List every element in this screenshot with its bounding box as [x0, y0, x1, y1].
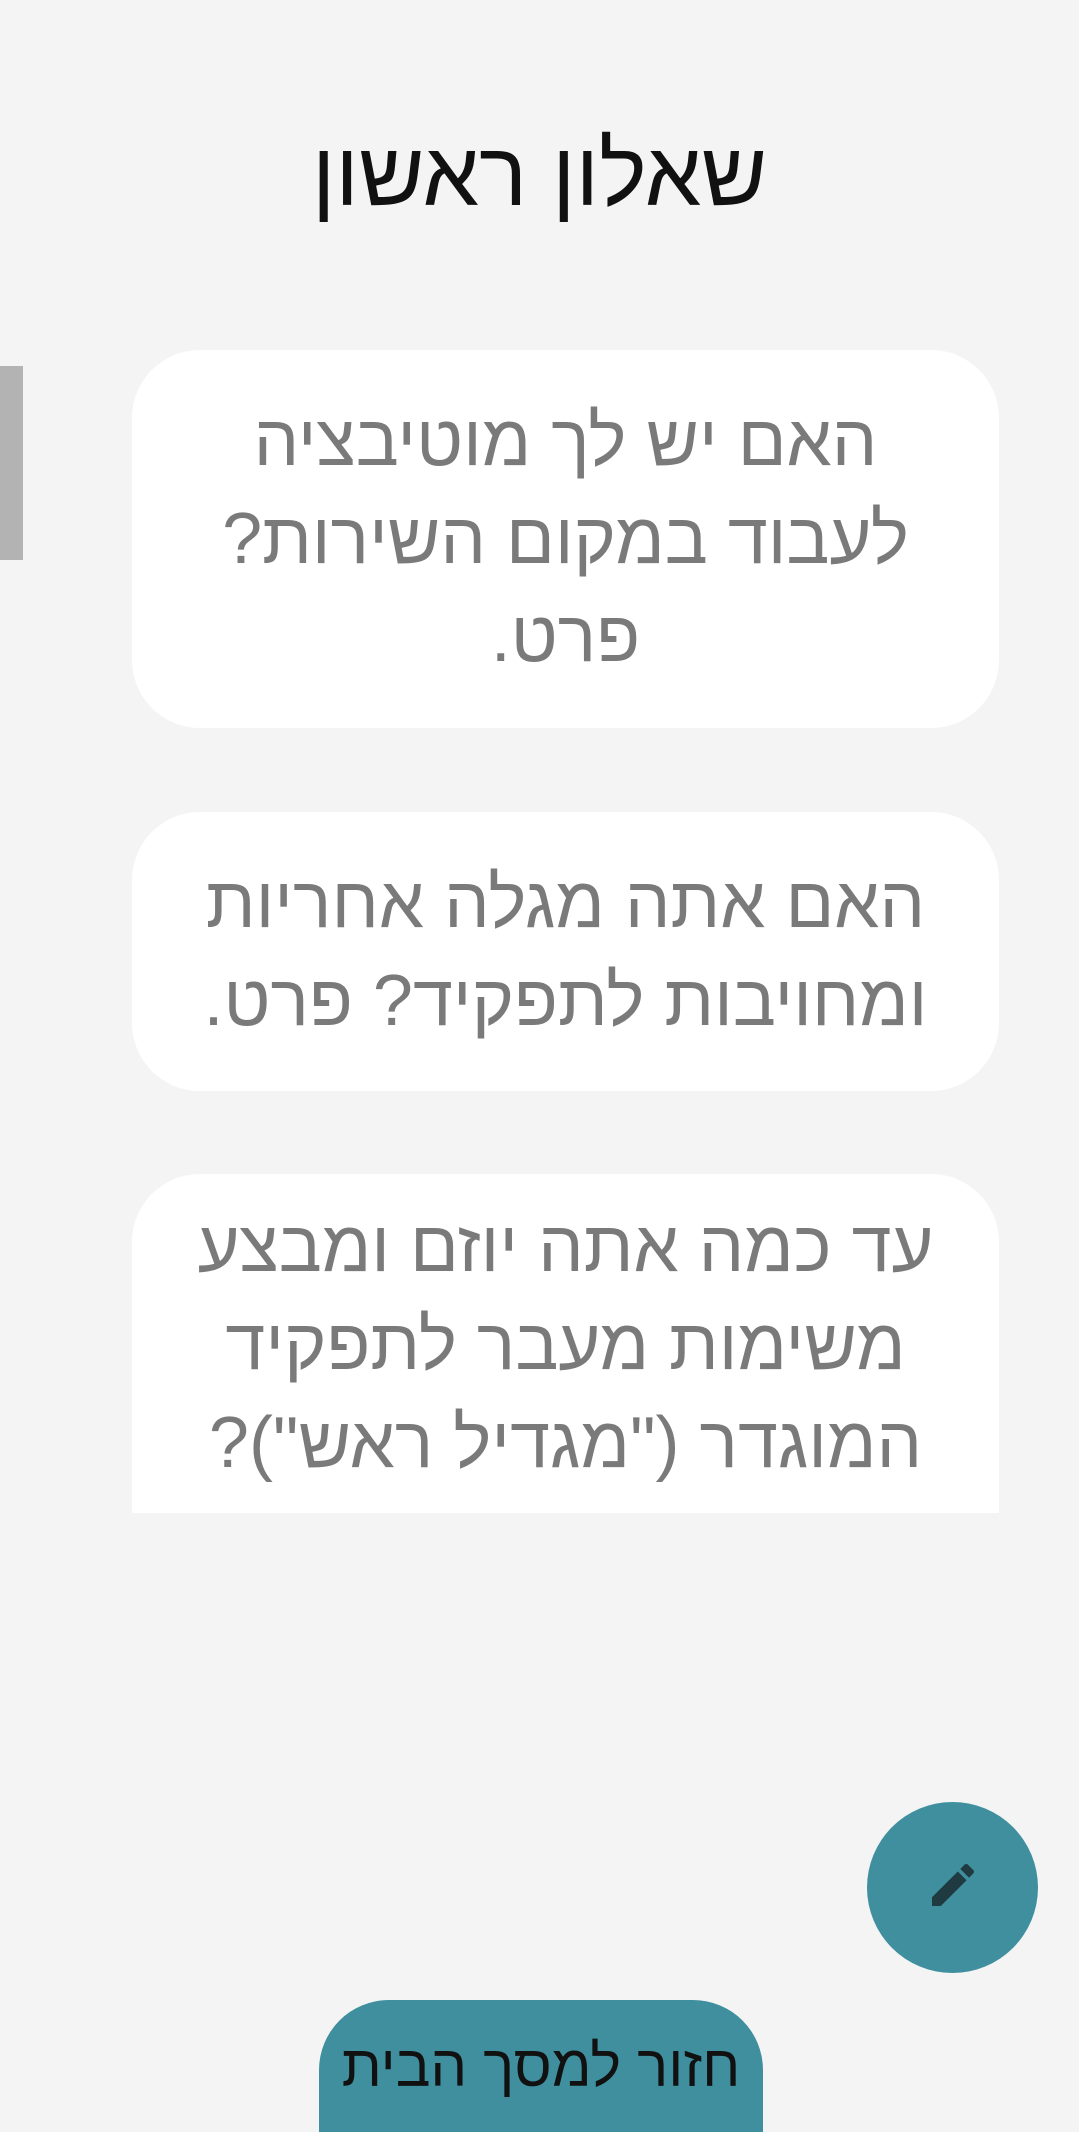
edit-fab-button[interactable]: [867, 1802, 1038, 1973]
question-text: עד כמה אתה יוזם ומבצע משימות מעבר לתפקיד…: [197, 1207, 934, 1483]
question-card[interactable]: עד כמה אתה יוזם ומבצע משימות מעבר לתפקיד…: [132, 1174, 999, 1513]
back-to-home-button[interactable]: חזור למסך הבית: [319, 2000, 763, 2132]
question-text: האם יש לך מוטיבציה לעבוד במקום השירות? פ…: [222, 401, 909, 677]
pencil-icon: [925, 1857, 981, 1918]
page-title: שאלון ראשון: [311, 125, 768, 225]
question-card[interactable]: האם אתה מגלה אחריות ומחויבות לתפקיד? פרט…: [132, 812, 999, 1091]
scroll-indicator[interactable]: [0, 366, 23, 560]
question-card[interactable]: האם יש לך מוטיבציה לעבוד במקום השירות? פ…: [132, 350, 999, 728]
question-text: האם אתה מגלה אחריות ומחויבות לתפקיד? פרט…: [203, 862, 928, 1041]
questions-list[interactable]: האם יש לך מוטיבציה לעבוד במקום השירות? פ…: [132, 350, 999, 1513]
questionnaire-screen: שאלון ראשון האם יש לך מוטיבציה לעבוד במק…: [0, 0, 1079, 2132]
